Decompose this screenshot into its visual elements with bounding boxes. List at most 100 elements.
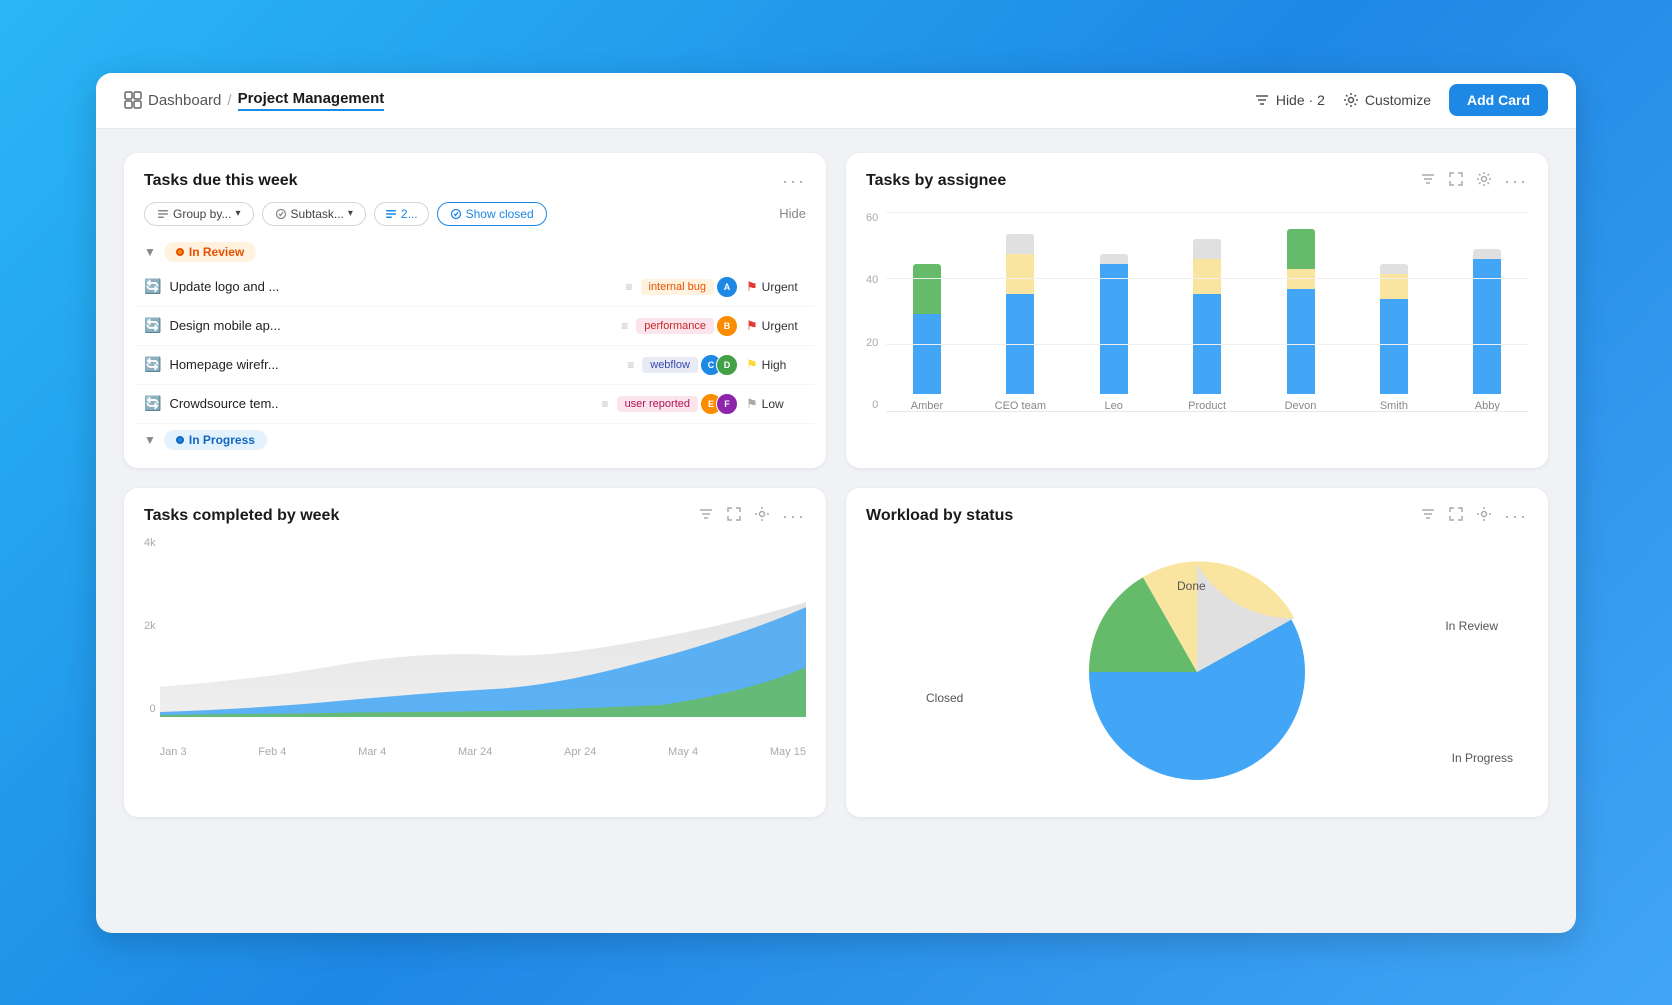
table-row: 🔄 Update logo and ... ≡ internal bug A ⚑… [136,268,814,307]
bar-label-devon: Devon [1285,400,1317,412]
bar-seg-blue [1100,264,1128,394]
bar-label-amber: Amber [911,400,943,412]
group-by-filter[interactable]: Group by... ▾ [144,202,254,226]
bar-label-product: Product [1188,400,1226,412]
group-arrow-icon: ▼ [144,245,156,259]
task-avatars: A [722,276,738,298]
x-label-mar24: Mar 24 [458,746,492,758]
y-label-60: 60 [866,212,878,224]
subtask-filter[interactable]: Subtask... ▾ [262,202,366,226]
assignee-card-header: Tasks by assignee ··· [846,153,1548,202]
task-name: Crowdsource tem.. [169,396,593,411]
chevron-down-icon: ▾ [235,208,240,219]
bar-seg-yellow [1006,254,1034,294]
task-tag: user reported [617,396,698,412]
bar-chart-container: 60 40 20 0 [846,202,1548,432]
group-by-label: Group by... [173,207,231,221]
hide-tasks-btn[interactable]: Hide [779,206,806,221]
task-avatars: E F [706,393,738,415]
task-status-icon: 🔄 [144,317,161,334]
tasks-card-header: Tasks due this week ··· [124,153,826,202]
task-name: Homepage wirefr... [169,357,619,372]
show-closed-label: Show closed [466,207,534,221]
tasks-filters: Group by... ▾ Subtask... ▾ 2... Show clo… [124,202,826,236]
priority-label: Urgent [762,319,798,333]
customize-button[interactable]: Customize [1343,92,1431,108]
bar-seg-blue [1473,259,1501,394]
filter-action-icon3[interactable] [1420,506,1436,527]
show-closed-filter[interactable]: Show closed [437,202,547,226]
bar-seg-gray [1380,264,1408,274]
pie-label-in-progress: In Progress [1452,751,1513,765]
task-status-icon: 🔄 [144,395,161,412]
task-status-icon: 🔄 [144,356,161,373]
in-review-dot [176,248,184,256]
task-priority: ⚑ Urgent [746,279,806,295]
bar-product: Product [1166,239,1247,412]
priority-label: Urgent [762,280,798,294]
bar-ceo: CEO team [980,234,1061,412]
count-filter-label: 2... [401,207,418,221]
workload-card: Workload by status ··· [846,488,1548,817]
settings-action-icon[interactable] [1476,171,1492,192]
tasks-card-menu[interactable]: ··· [782,171,806,192]
settings-action-icon3[interactable] [1476,506,1492,527]
workload-card-menu[interactable]: ··· [1504,506,1528,527]
bar-devon: Devon [1260,229,1341,412]
pie-chart-container: Done In Review In Progress Closed [846,537,1548,817]
breadcrumb: Dashboard / Project Management [124,90,384,111]
check-icon [450,208,462,220]
in-progress-badge: In Progress [164,430,267,450]
task-avatars: C D [706,354,738,376]
count-filter[interactable]: 2... [374,202,429,226]
x-label-jan3: Jan 3 [160,746,187,758]
pie-label-done: Done [1177,579,1206,593]
workload-card-title: Workload by status [866,507,1013,525]
subtask-icon [275,208,287,220]
filter-action-icon[interactable] [1420,171,1436,192]
in-review-label: In Review [189,245,244,259]
add-card-label: Add Card [1467,92,1530,108]
bar-smith: Smith [1353,264,1434,412]
hide-button[interactable]: Hide · 2 [1254,92,1325,108]
gear-icon [1343,92,1359,108]
add-card-button[interactable]: Add Card [1449,84,1548,116]
group-in-review[interactable]: ▼ In Review [136,236,814,268]
avatar: F [716,393,738,415]
x-label-apr24: Apr 24 [564,746,596,758]
x-label-may4: May 4 [668,746,698,758]
task-tag: performance [636,318,714,334]
bar-seg-yellow [1287,269,1315,289]
x-label-mar4: Mar 4 [358,746,386,758]
expand-action-icon3[interactable] [1448,506,1464,527]
breadcrumb-current: Project Management [238,90,385,111]
task-priority: ⚑ High [746,357,806,373]
completed-card-menu[interactable]: ··· [782,506,806,527]
filter-action-icon2[interactable] [698,506,714,527]
tasks-assignee-card: Tasks by assignee ··· [846,153,1548,468]
workload-card-actions: ··· [1420,506,1528,527]
settings-action-icon2[interactable] [754,506,770,527]
task-status-icon: 🔄 [144,278,161,295]
subtask-label: Subtask... [291,207,344,221]
tasks-card-title: Tasks due this week [144,172,298,190]
bar-label-abby: Abby [1475,400,1500,412]
bar-label-ceo: CEO team [995,400,1046,412]
group-in-progress[interactable]: ▼ In Progress [136,424,814,456]
priority-flag-icon: ⚑ [746,357,758,373]
hide-tasks-label: Hide [779,206,806,221]
priority-label: Low [762,397,784,411]
expand-action-icon[interactable] [1448,171,1464,192]
y-label-40: 40 [866,274,878,286]
bar-label-smith: Smith [1380,400,1408,412]
assignee-card-actions: ··· [1420,171,1528,192]
avatar: D [716,354,738,376]
line-chart-svg [160,537,806,737]
bar-seg-blue [1380,299,1408,394]
assignee-card-menu[interactable]: ··· [1504,171,1528,192]
expand-action-icon2[interactable] [726,506,742,527]
y-label-0-line: 0 [144,703,156,715]
x-label-feb4: Feb 4 [258,746,286,758]
bar-seg-green [913,264,941,314]
task-name: Update logo and ... [169,279,617,294]
